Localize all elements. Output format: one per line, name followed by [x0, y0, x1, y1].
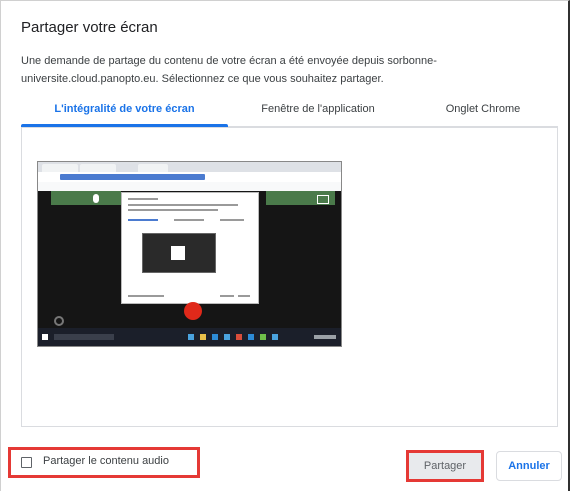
- thumb-text-line: [174, 219, 204, 221]
- description-line-1: Une demande de partage du contenu de vot…: [21, 55, 437, 67]
- thumb-text-line: [128, 295, 164, 297]
- thumb-nested-window: [171, 246, 185, 260]
- share-audio-option[interactable]: Partager le contenu audio: [8, 447, 200, 478]
- gear-icon: [54, 316, 64, 326]
- taskbar-app-icon: [260, 334, 266, 340]
- tab-chrome-tab[interactable]: Onglet Chrome: [408, 92, 558, 126]
- thumb-tab: [138, 164, 168, 172]
- thumb-browser-tabs: [38, 162, 341, 172]
- thumb-dialog-panel: [121, 192, 259, 304]
- taskbar-app-icon: [248, 334, 254, 340]
- record-icon: [184, 302, 202, 320]
- windows-icon: [42, 334, 48, 340]
- dialog-description: Une demande de partage du contenu de vot…: [21, 52, 541, 88]
- taskbar-app-icon: [236, 334, 242, 340]
- thumb-url: [60, 174, 205, 180]
- thumb-text-line: [238, 295, 250, 297]
- thumb-text-line: [220, 219, 244, 221]
- taskbar-app-icon: [224, 334, 230, 340]
- tab-entire-screen[interactable]: L'intégralité de votre écran: [21, 92, 228, 127]
- thumb-tab: [42, 164, 78, 172]
- share-audio-label: Partager le contenu audio: [43, 455, 169, 467]
- taskbar-clock: [314, 335, 336, 339]
- microphone-icon: [93, 194, 99, 203]
- screen-thumbnail[interactable]: [37, 161, 342, 347]
- source-tabs: L'intégralité de votre écran Fenêtre de …: [21, 92, 558, 127]
- taskbar-app-icon: [188, 334, 194, 340]
- thumb-text-line: [128, 198, 158, 200]
- taskbar-app-icon: [212, 334, 218, 340]
- thumb-text-line: [128, 209, 218, 211]
- description-line-2: universite.cloud.panopto.eu. Sélectionne…: [21, 73, 384, 85]
- screen-icon: [317, 195, 329, 204]
- thumb-text-line: [220, 295, 234, 297]
- share-audio-checkbox[interactable]: [21, 457, 32, 468]
- thumb-text-line: [128, 219, 158, 221]
- dialog-title: Partager votre écran: [21, 19, 158, 36]
- thumb-text-line: [128, 204, 238, 206]
- cancel-button[interactable]: Annuler: [496, 451, 562, 481]
- thumb-tab: [80, 164, 116, 172]
- taskbar-app-icon: [272, 334, 278, 340]
- share-button[interactable]: Partager: [406, 450, 484, 482]
- thumb-mic-bar: [51, 191, 121, 205]
- taskbar-app-icon: [200, 334, 206, 340]
- tab-application-window[interactable]: Fenêtre de l'application: [228, 92, 408, 126]
- taskbar-search: [54, 334, 114, 340]
- thumb-nested-screen: [142, 233, 216, 273]
